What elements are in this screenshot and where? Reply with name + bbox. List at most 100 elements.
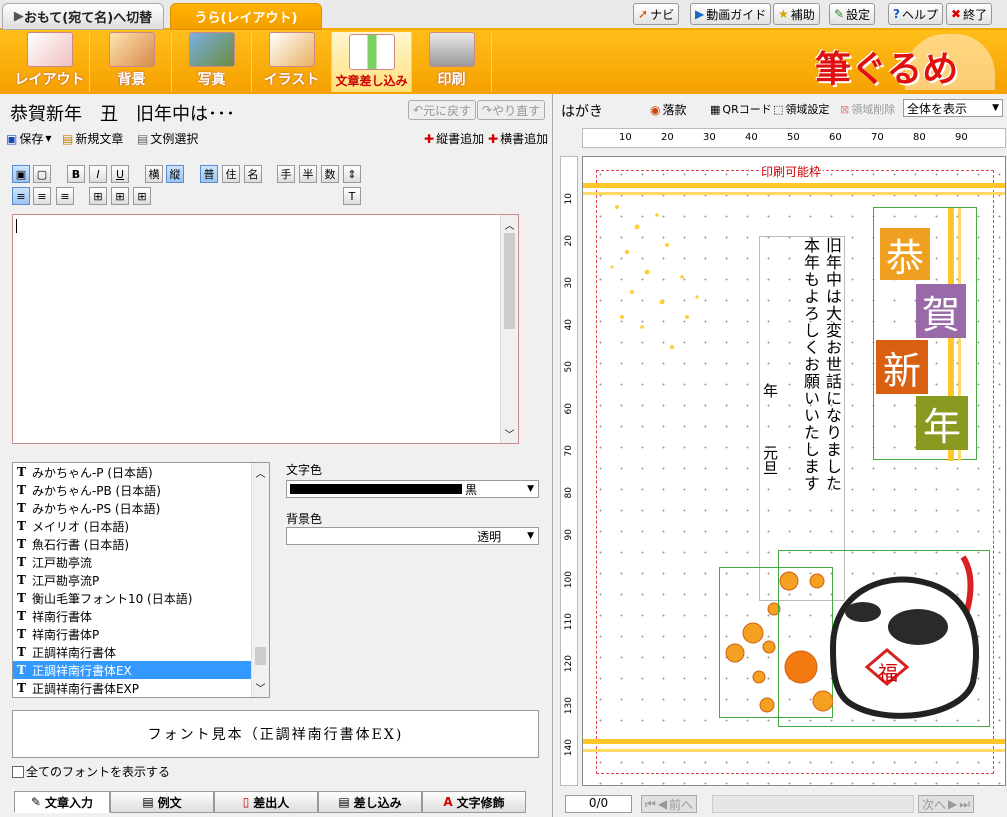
font-type-icon: T bbox=[17, 645, 26, 659]
zoom-select[interactable]: 全体を表示 ▼ bbox=[903, 99, 1003, 117]
tab-example[interactable]: ▤ 例文 bbox=[110, 791, 214, 813]
new-text-button[interactable]: ▤ 新規文章 bbox=[62, 130, 123, 147]
frame-icon[interactable]: ▢ bbox=[33, 165, 51, 183]
halfwidth-button[interactable]: 半 bbox=[299, 165, 317, 183]
font-type-icon: T bbox=[17, 501, 26, 515]
ruler-tick-label: 70 bbox=[564, 445, 574, 457]
tab-front-switch[interactable]: ▶ おもて(宛て名)へ切替 bbox=[2, 3, 164, 30]
add-vertical-icon: ✚ bbox=[424, 131, 435, 146]
font-list-item[interactable]: T 衡山毛筆フォント10 (日本語) bbox=[13, 589, 269, 607]
area-settings-button[interactable]: ⬚ 領域設定 bbox=[773, 101, 829, 117]
page-scroll[interactable] bbox=[712, 795, 914, 813]
bold-button[interactable]: B bbox=[67, 165, 85, 183]
font-list-item[interactable]: T 正調祥南行書体EXP bbox=[13, 679, 269, 697]
text-color-swatch bbox=[290, 484, 462, 494]
ribbon-print[interactable]: 印刷 bbox=[412, 32, 492, 92]
ribbon-illust[interactable]: イラスト bbox=[252, 32, 332, 92]
assist-button[interactable]: ★ 補助 bbox=[773, 3, 820, 25]
address-mode-button[interactable]: 住 bbox=[222, 165, 240, 183]
editor-scroll-thumb[interactable] bbox=[504, 233, 515, 329]
number-button[interactable]: 数 bbox=[321, 165, 339, 183]
navi-button[interactable]: ➚ ナビ bbox=[633, 3, 680, 25]
greeting-frame[interactable]: 恭 賀 新 年 bbox=[873, 207, 977, 461]
ruler-tick-label: 30 bbox=[703, 132, 716, 143]
font-list-item[interactable]: T みかちゃん-PB (日本語) bbox=[13, 481, 269, 499]
ribbon-text-insert[interactable]: 文章差し込み bbox=[332, 32, 412, 92]
tab-back-layout[interactable]: うら(レイアウト) bbox=[170, 3, 322, 30]
normal-mode-button[interactable]: 普 bbox=[200, 165, 218, 183]
horizontal-writing-button[interactable]: 横 bbox=[145, 165, 163, 183]
font-list-scroll-thumb[interactable] bbox=[255, 647, 266, 665]
ribbon-background[interactable]: 背景 bbox=[92, 32, 172, 92]
help-button[interactable]: ? ヘルプ bbox=[888, 3, 943, 25]
font-list-item[interactable]: T 正調祥南行書体 bbox=[13, 643, 269, 661]
font-name: 江戸勘亭流P bbox=[31, 573, 100, 588]
font-list-item[interactable]: T みかちゃん-PS (日本語) bbox=[13, 499, 269, 517]
font-list-scrollbar[interactable]: ︿ ﹀ bbox=[251, 463, 269, 697]
redo-button[interactable]: ↷ やり直す bbox=[477, 100, 546, 120]
align-center-icon[interactable]: ≡ bbox=[33, 187, 51, 205]
font-list[interactable]: T みかちゃん-P (日本語) T みかちゃん-PB (日本語) T みかちゃん-PS (… bbox=[12, 462, 270, 698]
example-select-button[interactable]: ▤ 文例選択 bbox=[137, 130, 198, 147]
text-insert-icon bbox=[348, 34, 395, 70]
horizontal-add-button[interactable]: ✚ 横書追加 bbox=[488, 130, 548, 147]
equal-space-icon[interactable]: ⊞ bbox=[111, 187, 129, 205]
font-rows: T みかちゃん-P (日本語) T みかちゃん-PB (日本語) T みかちゃん-PS (… bbox=[13, 463, 269, 697]
ribbon-layout[interactable]: レイアウト bbox=[10, 32, 90, 92]
vertical-writing-button[interactable]: 縦 bbox=[166, 165, 184, 183]
chevron-down-icon: ▼ bbox=[45, 134, 52, 143]
show-all-fonts-checkbox[interactable]: 全てのフォントを表示する bbox=[12, 763, 170, 780]
text-size-icon[interactable]: T bbox=[343, 187, 361, 205]
scroll-up-icon[interactable]: ︿ bbox=[252, 465, 269, 480]
editor-scrollbar[interactable]: ︿ ﹀ bbox=[500, 215, 518, 443]
ribbon-print-label: 印刷 bbox=[437, 72, 466, 88]
align-bottom-icon[interactable]: ≡ bbox=[56, 187, 74, 205]
bg-color-select[interactable]: 透明 ▼ bbox=[286, 527, 539, 545]
assist-label: 補助 bbox=[790, 7, 815, 22]
tab-insert[interactable]: ▤ 差し込み bbox=[318, 791, 422, 813]
font-list-item[interactable]: T 江戸勘亭流P bbox=[13, 571, 269, 589]
tab-text-decoration[interactable]: A 文字修飾 bbox=[422, 791, 526, 813]
font-list-item[interactable]: T メイリオ (日本語) bbox=[13, 517, 269, 535]
chevron-down-icon: ▼ bbox=[527, 484, 534, 494]
tab-text-input[interactable]: ✎ 文章入力 bbox=[14, 791, 110, 813]
text-editor[interactable]: ︿ ﹀ bbox=[12, 214, 519, 444]
font-list-item[interactable]: T 魚石行書 (日本語) bbox=[13, 535, 269, 553]
prev-button[interactable]: ⏮ ◀ 前へ bbox=[641, 795, 698, 813]
vertical-add-button[interactable]: ✚ 縦書追加 bbox=[424, 130, 484, 147]
tab-sender[interactable]: ▯ 差出人 bbox=[214, 791, 318, 813]
undo-button[interactable]: ↶ 元に戻す bbox=[408, 100, 477, 120]
ruler-tick-label: 60 bbox=[564, 403, 574, 415]
font-list-item[interactable]: T みかちゃん-P (日本語) bbox=[13, 463, 269, 481]
italic-button[interactable]: I bbox=[89, 165, 107, 183]
scroll-down-icon[interactable]: ﹀ bbox=[252, 680, 269, 695]
font-list-item[interactable]: T 祥南行書体 bbox=[13, 607, 269, 625]
rakkan-button[interactable]: ◉ 落款 bbox=[650, 101, 687, 118]
font-list-item[interactable]: T 祥南行書体P bbox=[13, 625, 269, 643]
font-type-icon: T bbox=[17, 519, 26, 533]
exit-button[interactable]: ✖ 終了 bbox=[946, 3, 993, 25]
area-delete-button[interactable]: ⊠ 領域削除 bbox=[840, 101, 895, 117]
save-button[interactable]: ▣ 保存 ▼ bbox=[6, 130, 52, 147]
settings-button[interactable]: ✎ 設定 bbox=[829, 3, 876, 25]
justify-icon[interactable]: ⊞ bbox=[133, 187, 151, 205]
font-list-item[interactable]: T 江戸勘亭流 bbox=[13, 553, 269, 571]
ruler-tick-label: 50 bbox=[787, 132, 800, 143]
scroll-down-icon[interactable]: ﹀ bbox=[501, 426, 518, 441]
video-guide-button[interactable]: ▶ 動画ガイド bbox=[690, 3, 772, 25]
next-button[interactable]: 次へ ▶ ⏭ bbox=[918, 795, 975, 813]
distribute-icon[interactable]: ⊞ bbox=[89, 187, 107, 205]
name-mode-button[interactable]: 名 bbox=[244, 165, 262, 183]
font-list-item[interactable]: T 正調祥南行書体EX bbox=[13, 661, 251, 679]
underline-button[interactable]: U bbox=[111, 165, 129, 183]
scroll-up-icon[interactable]: ︿ bbox=[501, 217, 518, 232]
ribbon-photo[interactable]: 写真 bbox=[172, 32, 252, 92]
text-color-select[interactable]: 黒 ▼ bbox=[286, 480, 539, 498]
checkbox-box[interactable] bbox=[12, 765, 24, 778]
qr-code-button[interactable]: ▦ QRコード bbox=[710, 101, 772, 117]
frame-mode-icon[interactable]: ▣ bbox=[12, 165, 30, 183]
postcard-preview[interactable]: 印刷可能枠 恭 賀 新 年 旧年中は大変お世話になりました 本年もよろしくお願い… bbox=[582, 156, 1006, 786]
char-spacing-icon[interactable]: ⇕ bbox=[343, 165, 361, 183]
align-top-icon[interactable]: ≡ bbox=[12, 187, 30, 205]
handwriting-button[interactable]: 手 bbox=[277, 165, 295, 183]
